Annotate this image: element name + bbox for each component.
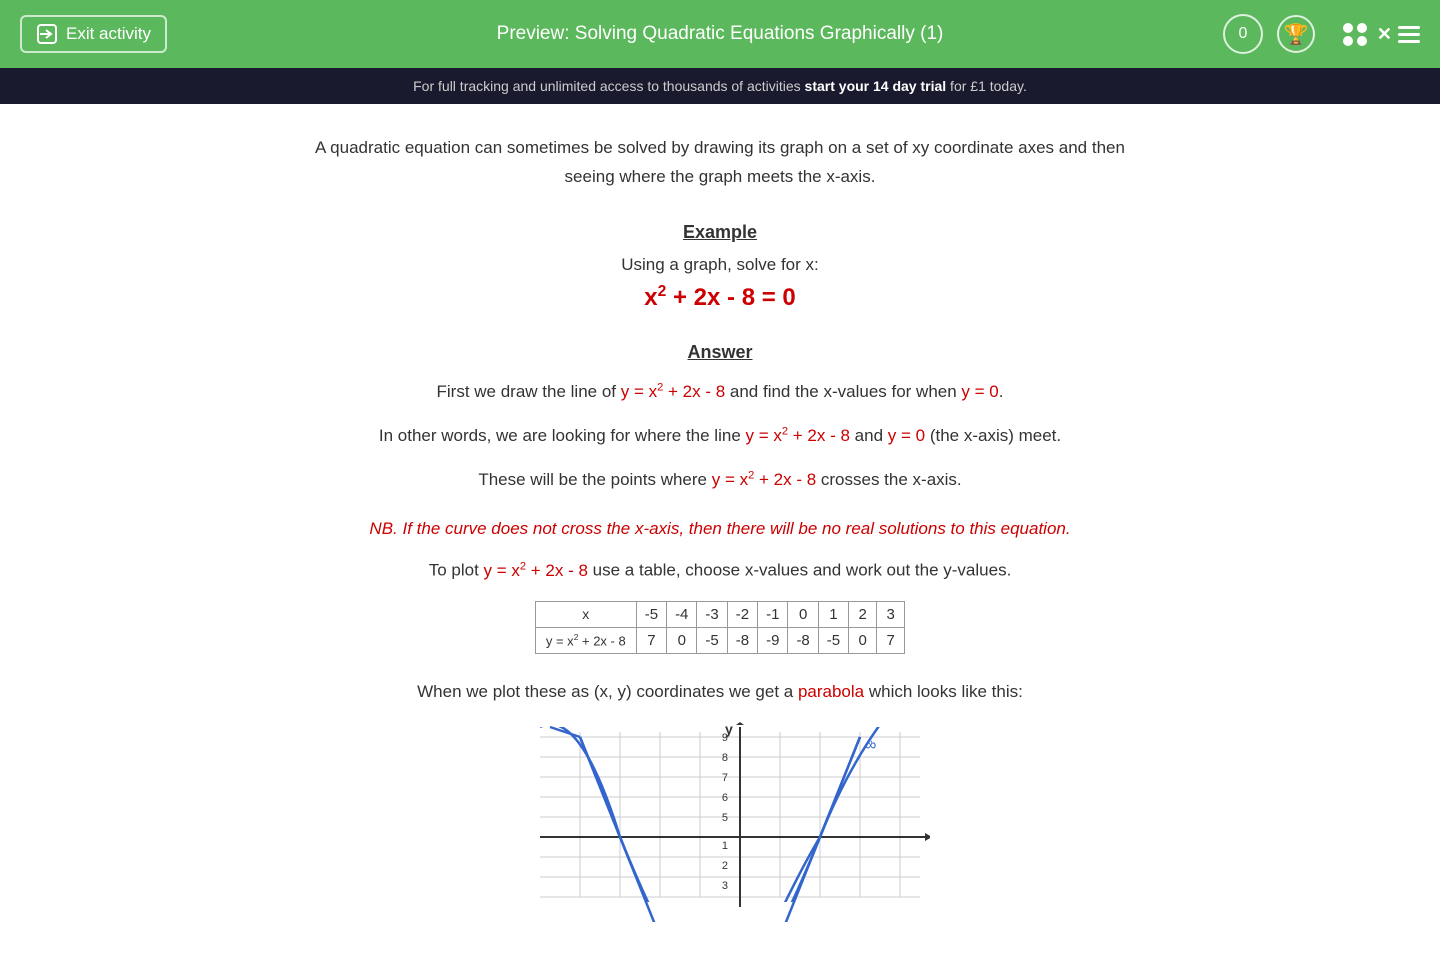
answer-l2-end: (the x-axis) meet.	[925, 426, 1061, 445]
svg-text:8: 8	[722, 752, 728, 764]
dot3	[1343, 36, 1353, 46]
x-val-6: 0	[788, 601, 818, 627]
answer-l3-end: crosses the x-axis.	[821, 470, 962, 489]
table-row-x: x -5 -4 -3 -2 -1 0 1 2 3	[535, 601, 904, 627]
main-content: A quadratic equation can sometimes be so…	[270, 104, 1170, 962]
parabola-graph: y 9 8 7 6 5 1 2 3	[510, 722, 930, 922]
window-controls	[1343, 23, 1367, 46]
dot2	[1357, 23, 1367, 33]
y-val-8: 0	[849, 627, 877, 653]
answer-l1-end: .	[999, 382, 1004, 401]
answer-l2-eq2: y = 0	[888, 426, 925, 445]
parabola-after: which looks like this:	[864, 682, 1023, 701]
svg-text:5: 5	[722, 812, 728, 824]
values-table: x -5 -4 -3 -2 -1 0 1 2 3 y = x2 + 2x - 8…	[535, 601, 905, 654]
y-val-6: -8	[788, 627, 818, 653]
graph-container: y 9 8 7 6 5 1 2 3	[310, 722, 1130, 922]
svg-text:9: 9	[722, 732, 728, 744]
x-val-9: 3	[877, 601, 905, 627]
y-val-2: 0	[667, 627, 697, 653]
x-val-7: 1	[818, 601, 848, 627]
svg-text:1: 1	[722, 840, 728, 852]
dot1	[1343, 23, 1353, 33]
example-section: Example Using a graph, solve for x: x2 +…	[310, 222, 1130, 312]
x-val-8: 2	[849, 601, 877, 627]
menu-button[interactable]	[1398, 26, 1420, 43]
answer-l2-before: In other words, we are looking for where…	[379, 426, 746, 445]
exit-icon	[36, 23, 58, 45]
answer-l3-eq: y = x2 + 2x - 8	[712, 470, 821, 489]
answer-l3-before: These will be the points where	[478, 470, 711, 489]
example-instruction: Using a graph, solve for x:	[310, 255, 1130, 275]
page-title: Preview: Solving Quadratic Equations Gra…	[497, 23, 944, 45]
header: Exit activity Preview: Solving Quadratic…	[0, 0, 1440, 68]
x-val-2: -4	[667, 601, 697, 627]
answer-line1: First we draw the line of y = x2 + 2x - …	[310, 375, 1130, 409]
x-val-3: -3	[697, 601, 727, 627]
y-val-9: 7	[877, 627, 905, 653]
answer-l1-y: y = 0	[961, 382, 998, 401]
y-val-3: -5	[697, 627, 727, 653]
y-val-7: -5	[818, 627, 848, 653]
dot4	[1357, 36, 1367, 46]
trophy-symbol: 🏆	[1283, 22, 1308, 47]
x-val-1: -5	[636, 601, 666, 627]
svg-text:3: 3	[722, 880, 728, 892]
answer-heading: Answer	[310, 342, 1130, 363]
answer-l1-before: First we draw the line of	[437, 382, 621, 401]
answer-line3: These will be the points where y = x2 + …	[310, 463, 1130, 497]
menu-line3	[1398, 40, 1420, 43]
trial-text-after: for £1 today.	[946, 78, 1027, 94]
trial-banner: For full tracking and unlimited access t…	[0, 68, 1440, 104]
score-badge[interactable]: 0	[1223, 14, 1263, 54]
exit-button[interactable]: Exit activity	[20, 15, 167, 53]
x-val-5: -1	[758, 601, 788, 627]
plot-eq: y = x2 + 2x - 8	[484, 561, 588, 580]
y-val-4: -8	[727, 627, 757, 653]
example-equation-display: x2 + 2x - 8 = 0	[310, 283, 1130, 312]
example-heading: Example	[310, 222, 1130, 243]
y-val-5: -9	[758, 627, 788, 653]
plot-before: To plot	[429, 561, 484, 580]
menu-line2	[1398, 33, 1420, 36]
intro-paragraph: A quadratic equation can sometimes be so…	[310, 134, 1130, 192]
trial-text-before: For full tracking and unlimited access t…	[413, 78, 804, 94]
close-button[interactable]: ✕	[1377, 24, 1392, 45]
header-right: 0 🏆 ✕	[1223, 14, 1420, 54]
parabola-before: When we plot these as (x, y) coordinates…	[417, 682, 798, 701]
x-label: x	[535, 601, 636, 627]
answer-l2-eq1: y = x2 + 2x - 8	[746, 426, 855, 445]
answer-line2: In other words, we are looking for where…	[310, 419, 1130, 453]
trial-cta[interactable]: start your 14 day trial	[805, 78, 947, 94]
exit-label: Exit activity	[66, 24, 151, 44]
table-row-y: y = x2 + 2x - 8 7 0 -5 -8 -9 -8 -5 0 7	[535, 627, 904, 653]
parabola-text: When we plot these as (x, y) coordinates…	[310, 682, 1130, 702]
y-val-1: 7	[636, 627, 666, 653]
score-value: 0	[1238, 25, 1247, 43]
eq-label: y = x2 + 2x - 8	[535, 627, 636, 653]
svg-text:6: 6	[722, 792, 728, 804]
plot-after: use a table, choose x-values and work ou…	[588, 561, 1011, 580]
x-val-4: -2	[727, 601, 757, 627]
answer-l1-eq: y = x2 + 2x - 8	[621, 382, 725, 401]
answer-l2-mid: and	[855, 426, 888, 445]
menu-line1	[1398, 26, 1420, 29]
nb-text: NB. If the curve does not cross the x-ax…	[310, 515, 1130, 542]
answer-l1-mid: and find the x-values for when	[725, 382, 961, 401]
trophy-icon[interactable]: 🏆	[1277, 15, 1315, 53]
answer-section: Answer First we draw the line of y = x2 …	[310, 342, 1130, 922]
svg-text:,: ,	[870, 734, 873, 745]
plot-text: To plot y = x2 + 2x - 8 use a table, cho…	[310, 560, 1130, 581]
parabola-word: parabola	[798, 682, 864, 701]
svg-text:7: 7	[722, 772, 728, 784]
svg-text:2: 2	[722, 860, 728, 872]
